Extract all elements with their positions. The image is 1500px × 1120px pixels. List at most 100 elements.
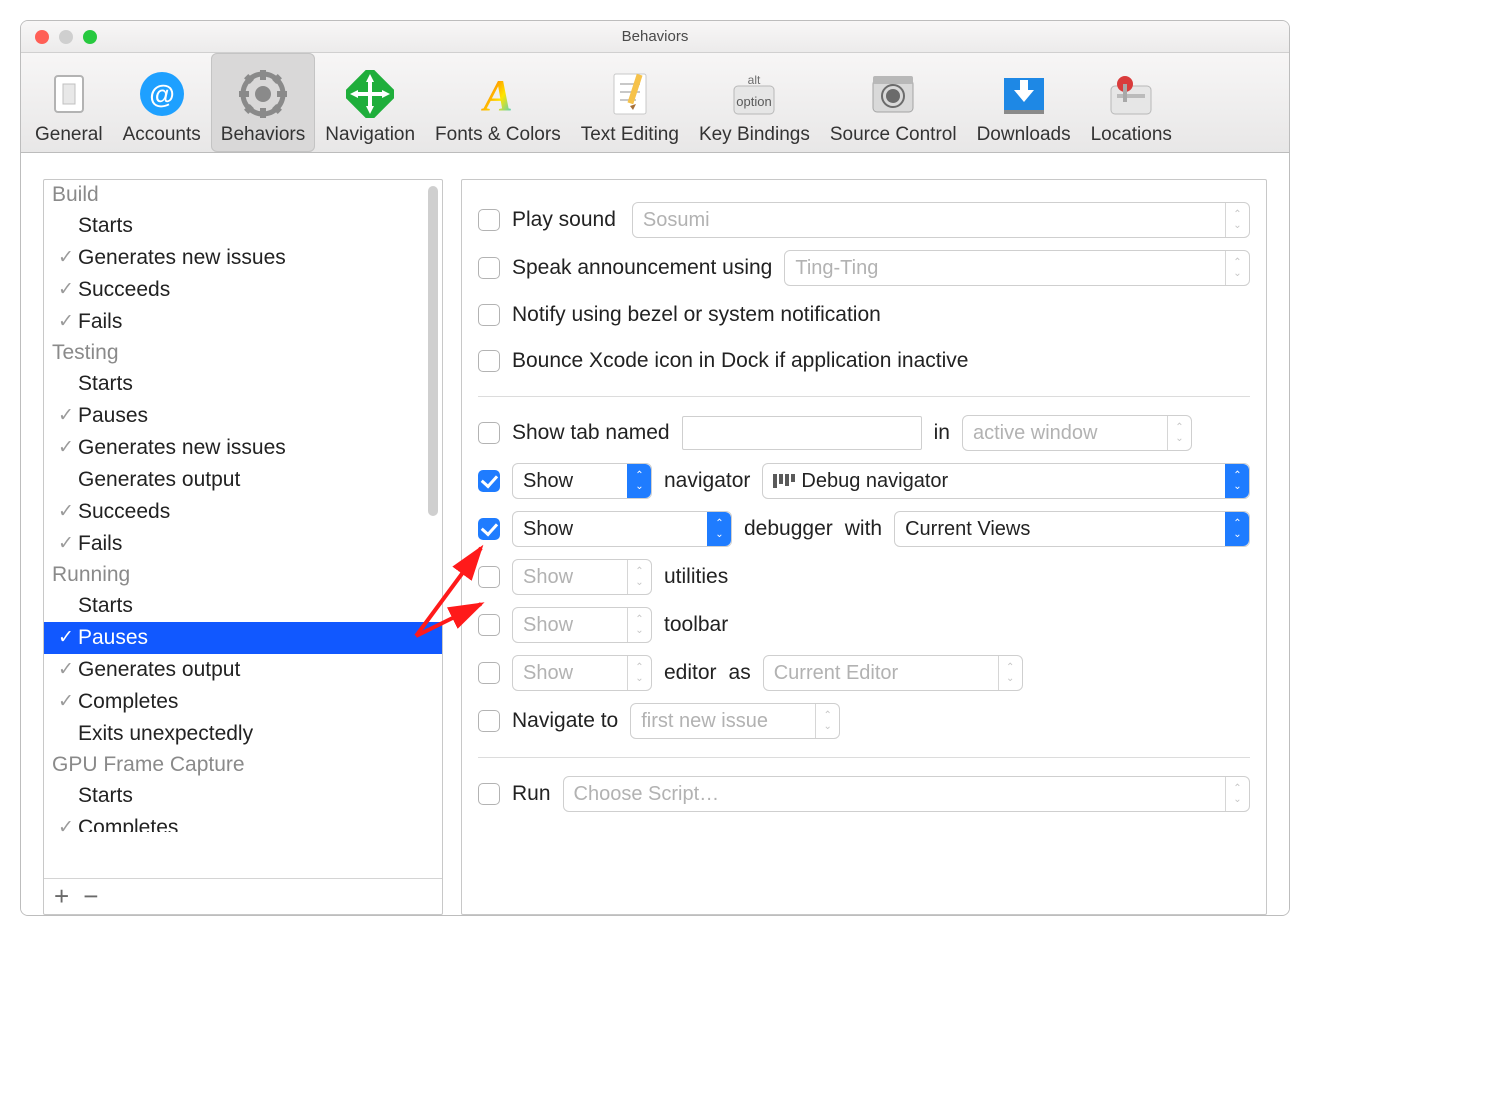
locations-icon (1107, 64, 1155, 124)
navigate-to-label: Navigate to (512, 709, 618, 733)
behavior-starts[interactable]: Starts (44, 590, 442, 622)
tab-downloads[interactable]: Downloads (967, 53, 1081, 152)
remove-button[interactable]: − (83, 881, 98, 912)
tab-accounts[interactable]: @ Accounts (113, 53, 211, 152)
utilities-checkbox[interactable] (478, 566, 500, 588)
bounce-label: Bounce Xcode icon in Dock if application… (512, 349, 968, 373)
behavior-starts[interactable]: Starts (44, 780, 442, 812)
behavior-completes[interactable]: Completes (44, 812, 442, 832)
behavior-fails[interactable]: Fails (44, 306, 442, 338)
tab-text-editing[interactable]: Text Editing (571, 53, 689, 152)
svg-text:option: option (737, 94, 772, 109)
navigate-to-row: Navigate to first new issue ⌃⌄ (478, 697, 1250, 745)
tab-behaviors[interactable]: Behaviors (211, 53, 316, 152)
speak-voice-select[interactable]: Ting-Ting ⌃⌄ (784, 250, 1250, 286)
behavior-generates-output[interactable]: Generates output (44, 464, 442, 496)
general-icon (45, 64, 93, 124)
tab-key-bindings[interactable]: altoptionKey Bindings (689, 53, 820, 152)
debugger-action-select[interactable]: Show ⌃⌄ (512, 511, 732, 547)
editor-action-select[interactable]: Show ⌃⌄ (512, 655, 652, 691)
minimize-icon[interactable] (59, 30, 73, 44)
speak-checkbox[interactable] (478, 257, 500, 279)
source-control-icon (869, 64, 917, 124)
close-icon[interactable] (35, 30, 49, 44)
play-sound-select[interactable]: Sosumi ⌃⌄ (632, 202, 1250, 238)
accounts-icon: @ (138, 64, 186, 124)
behavior-pauses[interactable]: Pauses (44, 622, 442, 654)
stepper-icon: ⌃⌄ (1167, 416, 1191, 450)
stepper-icon: ⌃⌄ (998, 656, 1022, 690)
play-sound-checkbox[interactable] (478, 209, 500, 231)
behavior-succeeds[interactable]: Succeeds (44, 496, 442, 528)
stepper-icon: ⌃⌄ (1225, 251, 1249, 285)
editor-checkbox[interactable] (478, 662, 500, 684)
debugger-checkbox[interactable] (478, 518, 500, 540)
utilities-action-select[interactable]: Show ⌃⌄ (512, 559, 652, 595)
toolbar-action-select[interactable]: Show ⌃⌄ (512, 607, 652, 643)
stepper-icon: ⌃⌄ (707, 512, 731, 546)
run-script-select[interactable]: Choose Script… ⌃⌄ (563, 776, 1250, 812)
play-sound-label: Play sound (512, 208, 616, 232)
show-tab-checkbox[interactable] (478, 422, 500, 444)
svg-text:@: @ (149, 79, 174, 109)
as-label: as (729, 661, 751, 685)
stepper-icon: ⌃⌄ (1225, 464, 1249, 498)
behavior-starts[interactable]: Starts (44, 368, 442, 400)
with-label: with (845, 517, 882, 541)
behavior-exits-unexpectedly[interactable]: Exits unexpectedly (44, 718, 442, 750)
navigator-action-select[interactable]: Show ⌃⌄ (512, 463, 652, 499)
utilities-row: Show ⌃⌄ utilities (478, 553, 1250, 601)
tab-fonts-colors[interactable]: A Fonts & Colors (425, 53, 571, 152)
stepper-icon: ⌃⌄ (815, 704, 839, 738)
group-build: Build (44, 180, 442, 210)
behavior-pauses[interactable]: Pauses (44, 400, 442, 432)
tab-name-input[interactable] (682, 416, 922, 450)
behavior-generates-output[interactable]: Generates output (44, 654, 442, 686)
navigate-to-checkbox[interactable] (478, 710, 500, 732)
tab-label: General (35, 124, 103, 146)
behavior-generates-new-issues[interactable]: Generates new issues (44, 242, 442, 274)
toolbar-checkbox[interactable] (478, 614, 500, 636)
debugger-views-select[interactable]: Current Views ⌃⌄ (894, 511, 1250, 547)
zoom-icon[interactable] (83, 30, 97, 44)
behavior-starts[interactable]: Starts (44, 210, 442, 242)
behavior-fails[interactable]: Fails (44, 528, 442, 560)
scrollbar-thumb[interactable] (428, 186, 438, 516)
tab-locations[interactable]: Locations (1081, 53, 1182, 152)
stepper-icon: ⌃⌄ (1225, 203, 1249, 237)
behavior-generates-new-issues[interactable]: Generates new issues (44, 432, 442, 464)
tab-window-select[interactable]: active window ⌃⌄ (962, 415, 1192, 451)
body: BuildStartsGenerates new issuesSucceedsF… (21, 153, 1289, 915)
play-sound-row: Play sound Sosumi ⌃⌄ (478, 196, 1250, 244)
behavior-completes[interactable]: Completes (44, 686, 442, 718)
tab-label: Navigation (325, 124, 415, 146)
show-tab-row: Show tab named in active window ⌃⌄ (478, 409, 1250, 457)
tab-label: Accounts (123, 124, 201, 146)
debug-navigator-icon (773, 474, 795, 488)
navigator-select[interactable]: Debug navigator ⌃⌄ (762, 463, 1250, 499)
svg-text:alt: alt (748, 73, 761, 87)
behavior-succeeds[interactable]: Succeeds (44, 274, 442, 306)
navigate-to-select[interactable]: first new issue ⌃⌄ (630, 703, 840, 739)
stepper-icon: ⌃⌄ (1225, 777, 1249, 811)
editor-type-select[interactable]: Current Editor ⌃⌄ (763, 655, 1023, 691)
fonts-colors-icon: A (474, 64, 522, 124)
group-testing: Testing (44, 338, 442, 368)
bounce-checkbox[interactable] (478, 350, 500, 372)
tab-general[interactable]: General (25, 53, 113, 152)
stepper-icon: ⌃⌄ (1225, 512, 1249, 546)
navigator-checkbox[interactable] (478, 470, 500, 492)
key-bindings-icon: alt option (730, 64, 778, 124)
notify-checkbox[interactable] (478, 304, 500, 326)
tab-label: Locations (1091, 124, 1172, 146)
run-checkbox[interactable] (478, 783, 500, 805)
toolbar-row: Show ⌃⌄ toolbar (478, 601, 1250, 649)
behaviors-list[interactable]: BuildStartsGenerates new issuesSucceedsF… (44, 180, 442, 878)
tab-label: Fonts & Colors (435, 124, 561, 146)
add-button[interactable]: + (54, 881, 69, 912)
tab-label: Downloads (977, 124, 1071, 146)
tab-source-control[interactable]: Source Control (820, 53, 967, 152)
svg-text:A: A (480, 71, 512, 118)
tab-navigation[interactable]: Navigation (315, 53, 425, 152)
divider (478, 396, 1250, 397)
